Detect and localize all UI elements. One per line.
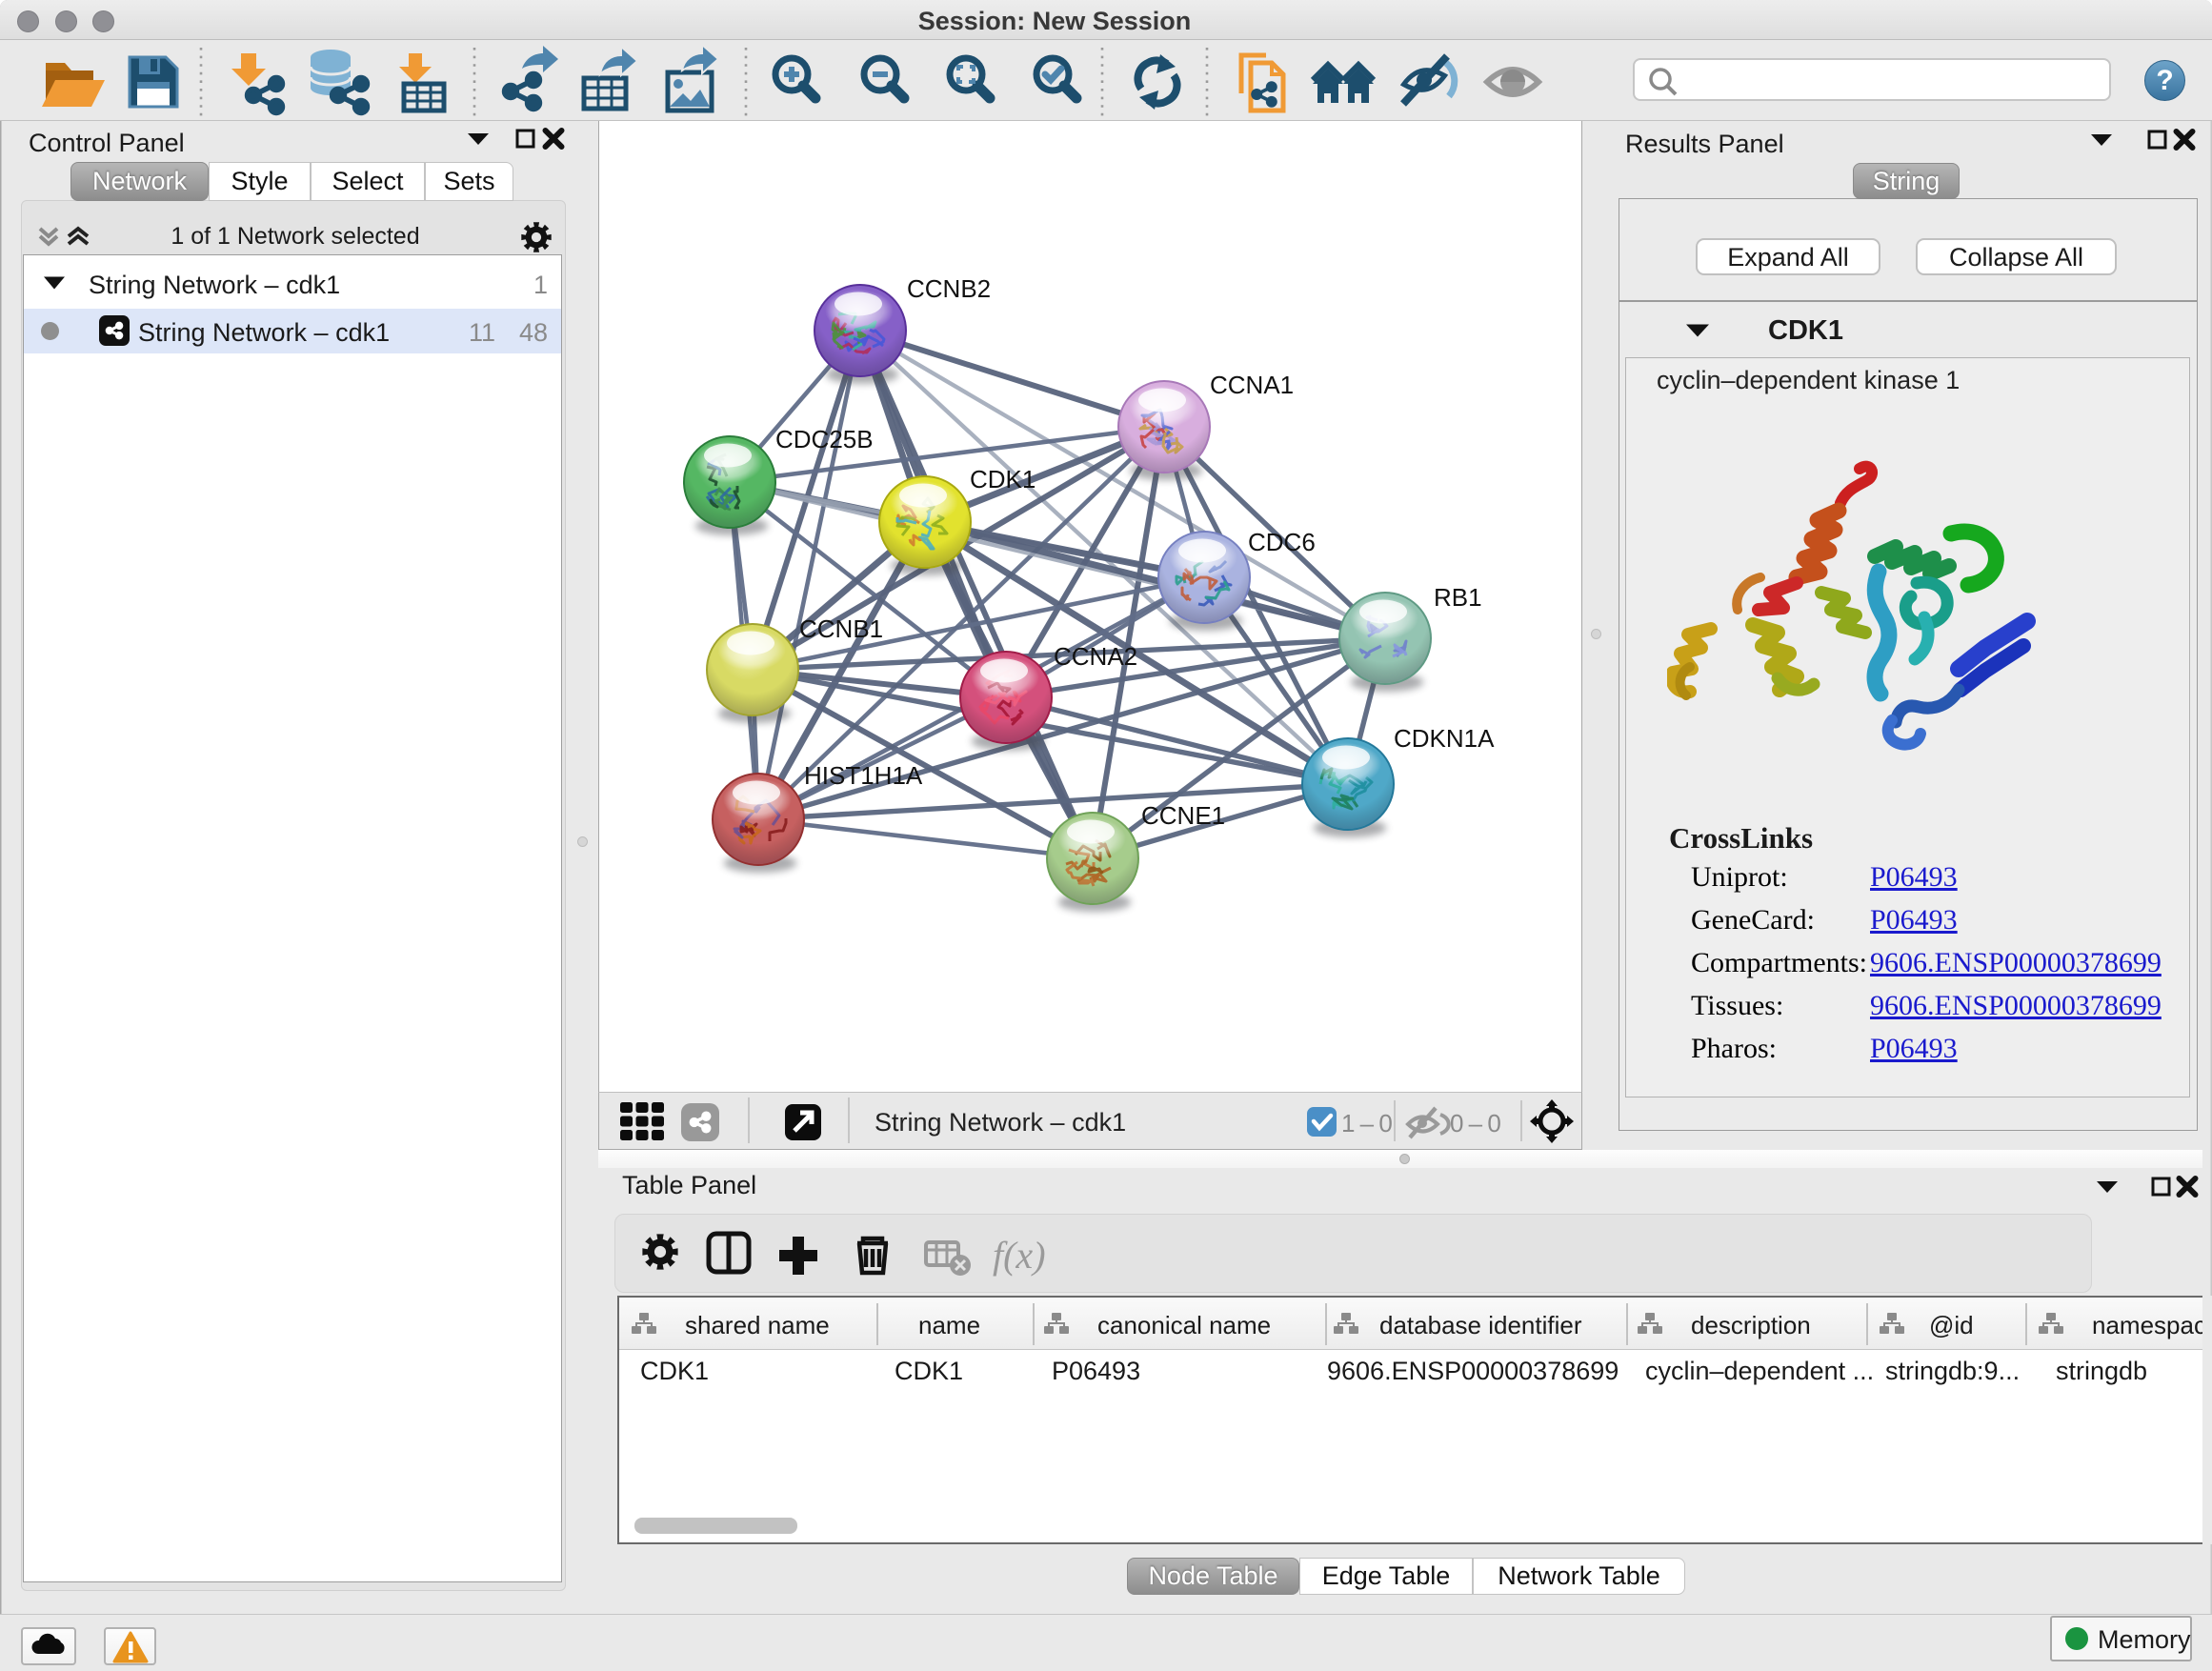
svg-text:CCNB2: CCNB2: [907, 274, 991, 303]
svg-text:CCNA2: CCNA2: [1054, 642, 1137, 671]
svg-text:CCNA1: CCNA1: [1210, 371, 1294, 399]
svg-text:RB1: RB1: [1434, 583, 1482, 612]
svg-text:CCNE1: CCNE1: [1141, 801, 1225, 830]
svg-text:CDC25B: CDC25B: [775, 425, 874, 453]
svg-text:HIST1H1A: HIST1H1A: [804, 761, 923, 790]
svg-text:CDKN1A: CDKN1A: [1394, 724, 1495, 753]
svg-text:CDK1: CDK1: [970, 465, 1036, 493]
svg-text:CCNB1: CCNB1: [799, 614, 883, 643]
svg-text:CDC6: CDC6: [1248, 528, 1316, 556]
